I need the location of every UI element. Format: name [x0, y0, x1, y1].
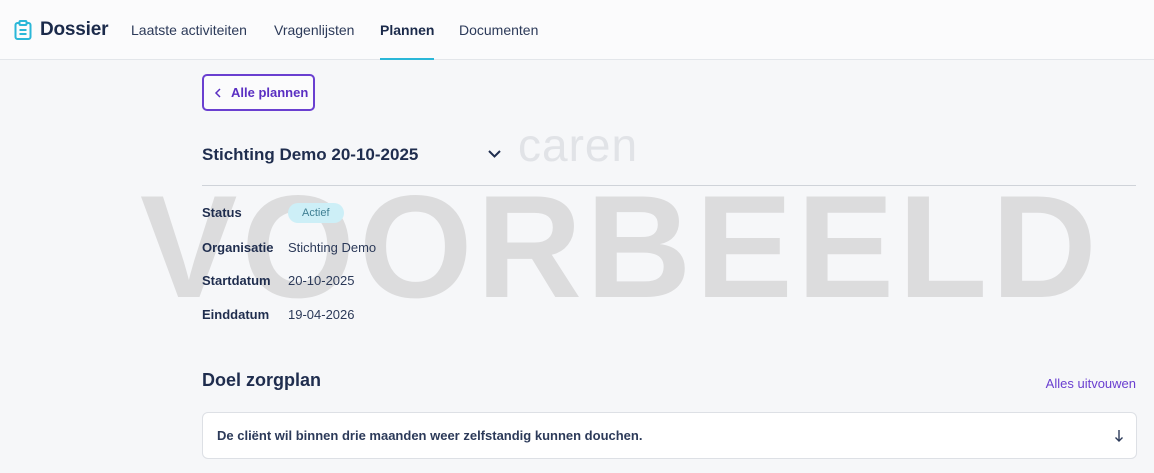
all-plans-button[interactable]: Alle plannen — [202, 74, 315, 111]
brand-title: Dossier — [40, 19, 109, 40]
top-navigation: Dossier Laatste activiteiten Vragenlijst… — [0, 0, 1154, 60]
chevron-down-icon[interactable] — [487, 149, 502, 159]
clipboard-icon — [14, 20, 32, 40]
plan-title: Stichting Demo 20-10-2025 — [202, 145, 419, 164]
section-title-goals: Doel zorgplan — [202, 370, 322, 390]
expand-all-link[interactable]: Alles uitvouwen — [1046, 376, 1136, 391]
organisation-label: Organisatie — [202, 240, 274, 255]
organisation-value: Stichting Demo — [288, 240, 377, 255]
status-label: Status — [202, 205, 242, 220]
tab-plannen[interactable]: Plannen — [380, 0, 435, 60]
tab-vragenlijsten[interactable]: Vragenlijsten — [274, 0, 354, 60]
status-badge: Actief — [288, 203, 344, 223]
goal-item[interactable]: De cliënt wil binnen drie maanden weer z… — [202, 412, 1137, 459]
goal-text: De cliënt wil binnen drie maanden weer z… — [217, 428, 643, 443]
start-date-label: Startdatum — [202, 273, 271, 288]
divider — [202, 185, 1136, 186]
brand[interactable]: Dossier — [14, 18, 109, 42]
caren-logo: caren — [518, 119, 639, 171]
end-date-value: 19-04-2026 — [288, 307, 355, 322]
tab-laatste-activiteiten[interactable]: Laatste activiteiten — [131, 0, 247, 60]
all-plans-label: Alle plannen — [231, 85, 309, 100]
arrow-down-icon — [1115, 430, 1123, 442]
start-date-value: 20-10-2025 — [288, 273, 355, 288]
chevron-left-icon — [214, 87, 221, 98]
end-date-label: Einddatum — [202, 307, 270, 322]
tab-documenten[interactable]: Documenten — [459, 0, 538, 60]
